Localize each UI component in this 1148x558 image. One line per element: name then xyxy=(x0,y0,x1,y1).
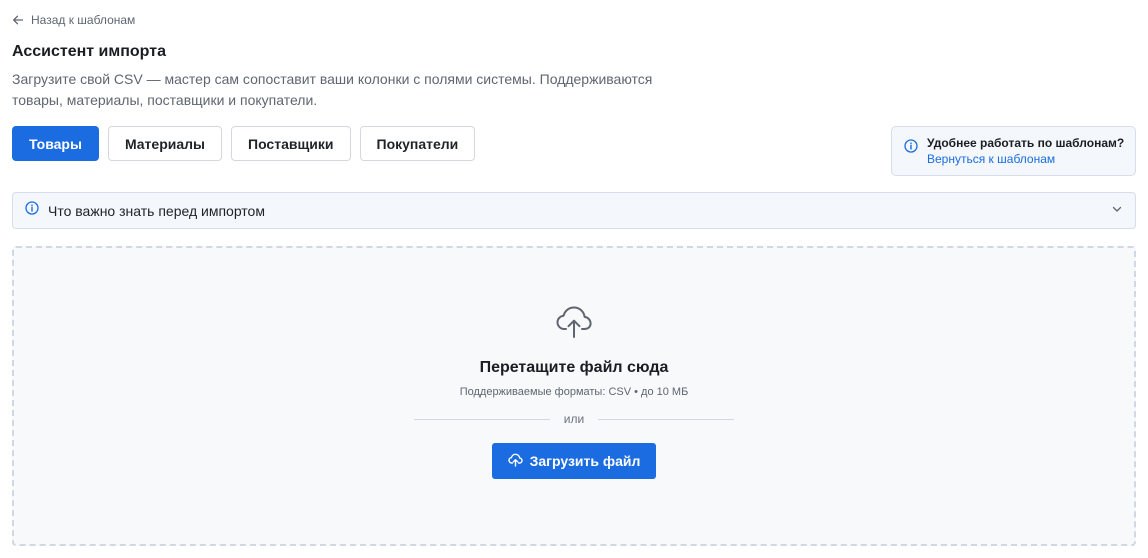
accordion-label: Что важно знать перед импортом xyxy=(48,202,265,219)
page-title: Ассистент импорта xyxy=(12,43,166,60)
tab-customers[interactable]: Покупатели xyxy=(359,126,476,161)
cloud-upload-icon xyxy=(555,304,593,345)
templates-hint: Удобнее работать по шаблонам? Вернуться … xyxy=(891,126,1136,176)
page-subtitle: Загрузите свой CSV — мастер сам сопостав… xyxy=(12,71,653,108)
upload-file-button[interactable]: Загрузить файл xyxy=(491,443,657,479)
tab-products[interactable]: Товары xyxy=(12,126,99,161)
return-to-templates-link[interactable]: Вернуться к шаблонам xyxy=(927,151,1124,167)
dropzone-title: Перетащите файл сюда xyxy=(479,359,669,376)
supported-formats: Поддерживаемые форматы: CSV • до 10 МБ xyxy=(459,386,689,398)
import-notes-accordion[interactable]: Что важно знать перед импортом xyxy=(12,192,1136,229)
back-to-templates-link[interactable]: Назад к шаблонам xyxy=(12,13,135,27)
arrow-left-icon xyxy=(12,14,24,26)
or-label: или xyxy=(563,412,585,426)
upload-button-label: Загрузить файл xyxy=(529,453,641,469)
info-icon xyxy=(25,201,39,220)
hint-title: Удобнее работать по шаблонам? xyxy=(927,136,1125,150)
file-dropzone[interactable]: Перетащите файл сюда Поддерживаемые форм… xyxy=(12,246,1136,546)
divider-line xyxy=(414,418,550,420)
or-divider: или xyxy=(414,412,735,426)
info-icon xyxy=(904,139,918,175)
back-link-label: Назад к шаблонам xyxy=(31,13,136,27)
tab-suppliers[interactable]: Поставщики xyxy=(231,126,351,161)
chevron-down-icon[interactable] xyxy=(1111,202,1123,220)
divider-line xyxy=(598,418,735,420)
cloud-upload-icon xyxy=(507,453,523,470)
entity-tabs: Товары Материалы Поставщики Покупатели xyxy=(12,126,476,161)
tab-materials[interactable]: Материалы xyxy=(107,126,222,161)
